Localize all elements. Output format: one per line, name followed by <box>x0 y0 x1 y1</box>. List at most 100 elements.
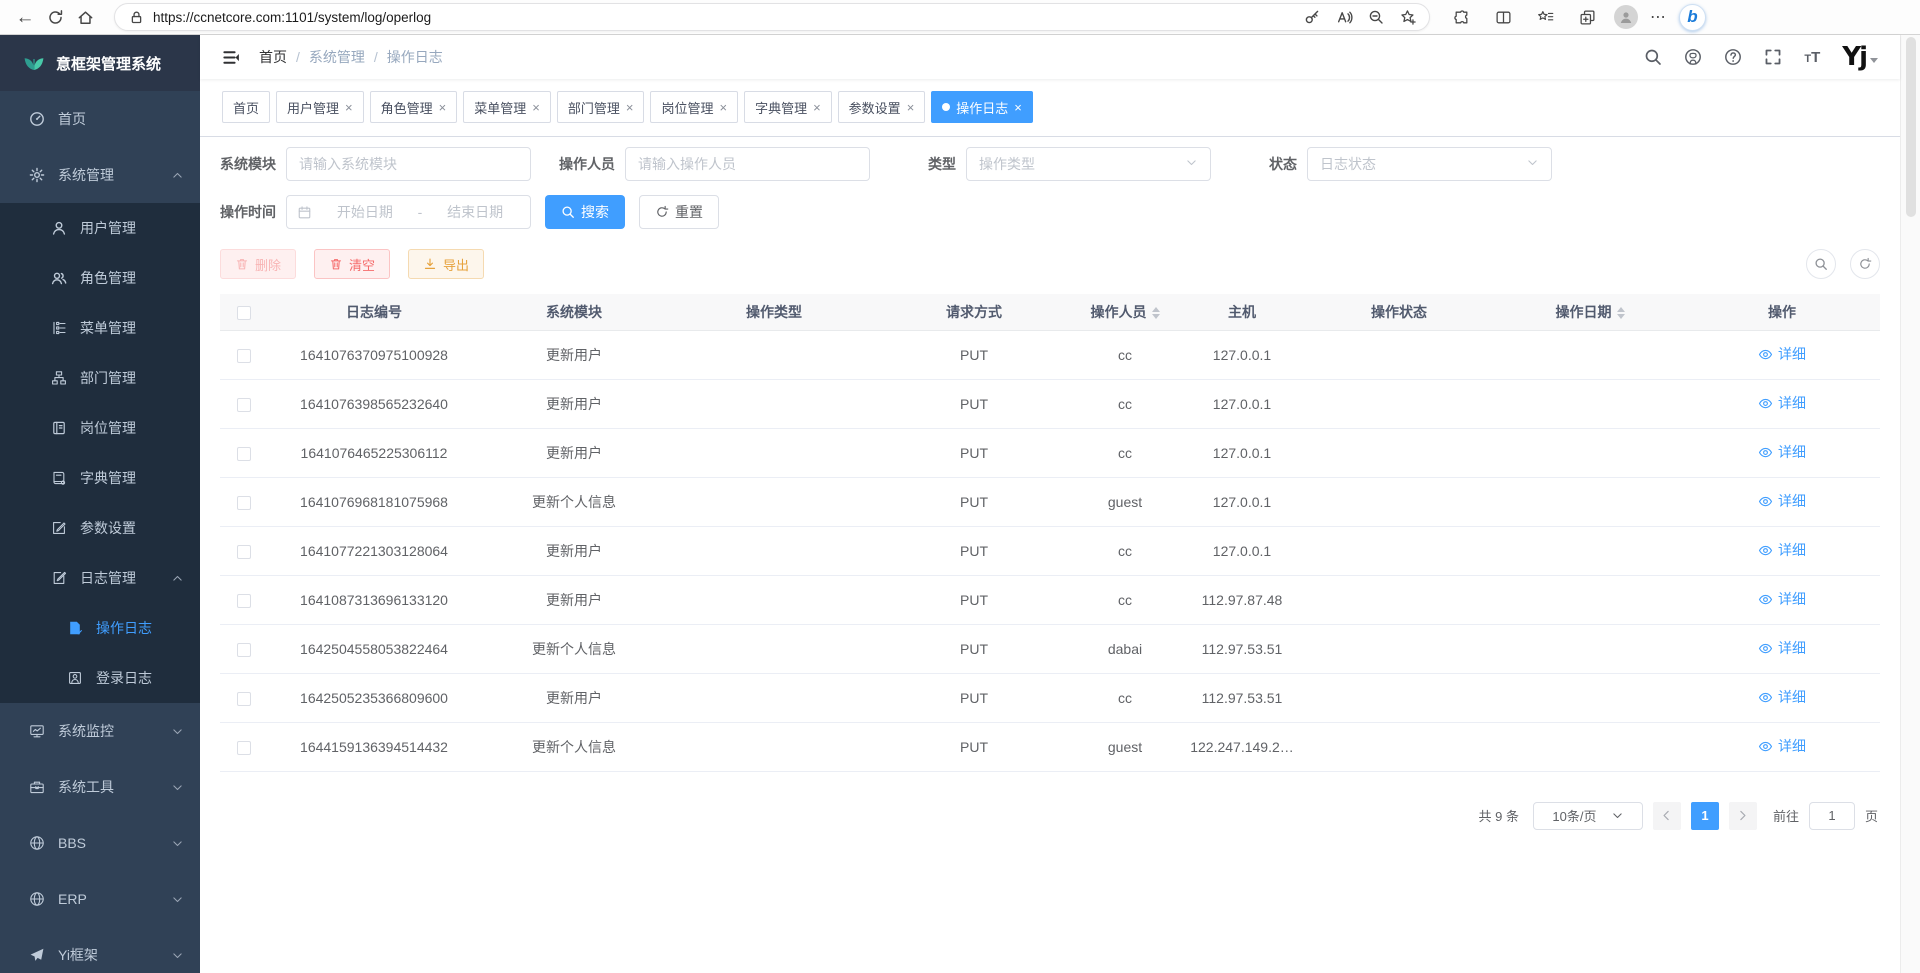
module-input[interactable] <box>286 147 531 181</box>
scrollbar-thumb[interactable] <box>1906 37 1916 217</box>
user-menu-caret-icon[interactable] <box>1870 58 1878 63</box>
tab-岗位管理[interactable]: 岗位管理× <box>650 91 738 123</box>
row-checkbox[interactable] <box>237 349 251 363</box>
row-checkbox[interactable] <box>237 643 251 657</box>
detail-link[interactable]: 详细 <box>1758 540 1806 560</box>
export-button[interactable]: 导出 <box>408 249 484 279</box>
search-button[interactable]: 搜索 <box>545 195 625 229</box>
sidebar-item-登录日志[interactable]: 登录日志 <box>0 653 200 703</box>
show-search-toggle-button[interactable] <box>1806 249 1836 279</box>
clear-button[interactable]: 清空 <box>314 249 390 279</box>
sidebar-item-系统监控[interactable]: 系统监控 <box>0 703 200 759</box>
detail-link[interactable]: 详细 <box>1758 638 1806 658</box>
delete-button[interactable]: 删除 <box>220 249 296 279</box>
detail-link[interactable]: 详细 <box>1758 687 1806 707</box>
extensions-icon[interactable] <box>1446 2 1476 32</box>
detail-link[interactable]: 详细 <box>1758 736 1806 756</box>
browser-menu-icon[interactable]: ⋯ <box>1650 7 1667 27</box>
next-page-button[interactable] <box>1729 802 1757 830</box>
sidebar-item-岗位管理[interactable]: 岗位管理 <box>0 403 200 453</box>
row-checkbox[interactable] <box>237 594 251 608</box>
reset-button[interactable]: 重置 <box>639 195 719 229</box>
split-screen-icon[interactable] <box>1488 2 1518 32</box>
tab-参数设置[interactable]: 参数设置× <box>838 91 926 123</box>
sort-carets-icon[interactable] <box>1617 307 1625 319</box>
sidebar-item-字典管理[interactable]: 字典管理 <box>0 453 200 503</box>
type-select[interactable]: 操作类型 <box>966 147 1211 181</box>
sidebar-item-系统管理[interactable]: 系统管理 <box>0 147 200 203</box>
github-icon[interactable] <box>1684 48 1702 66</box>
tab-close-icon[interactable]: × <box>345 100 353 115</box>
read-aloud-icon[interactable] <box>1333 2 1355 32</box>
page-scrollbar[interactable] <box>1900 35 1920 973</box>
column-header-操作人员[interactable]: 操作人员 <box>1068 294 1182 330</box>
end-date-placeholder[interactable]: 结束日期 <box>430 202 520 222</box>
breadcrumb-item-首页[interactable]: 首页 <box>259 47 287 67</box>
bing-chat-icon[interactable]: b <box>1679 4 1706 31</box>
sort-carets-icon[interactable] <box>1152 307 1160 319</box>
browser-home-icon[interactable] <box>70 2 100 32</box>
tab-close-icon[interactable]: × <box>626 100 634 115</box>
sidebar-item-部门管理[interactable]: 部门管理 <box>0 353 200 403</box>
tab-菜单管理[interactable]: 菜单管理× <box>463 91 551 123</box>
sidebar-item-操作日志[interactable]: 操作日志 <box>0 603 200 653</box>
prev-page-button[interactable] <box>1653 802 1681 830</box>
sidebar-item-首页[interactable]: 首页 <box>0 91 200 147</box>
current-page-button[interactable]: 1 <box>1691 802 1719 830</box>
row-checkbox[interactable] <box>237 741 251 755</box>
detail-link[interactable]: 详细 <box>1758 491 1806 511</box>
favorites-bar-icon[interactable] <box>1530 2 1560 32</box>
select-all-checkbox[interactable] <box>237 306 251 320</box>
sidebar-item-BBS[interactable]: BBS <box>0 815 200 871</box>
zoom-out-icon[interactable] <box>1365 2 1387 32</box>
help-icon[interactable] <box>1724 48 1742 66</box>
operator-input[interactable] <box>625 147 870 181</box>
row-checkbox[interactable] <box>237 398 251 412</box>
start-date-placeholder[interactable]: 开始日期 <box>320 202 410 222</box>
tab-部门管理[interactable]: 部门管理× <box>557 91 645 123</box>
sidebar-item-角色管理[interactable]: 角色管理 <box>0 253 200 303</box>
sidebar-item-ERP[interactable]: ERP <box>0 871 200 927</box>
detail-link[interactable]: 详细 <box>1758 442 1806 462</box>
status-select[interactable]: 日志状态 <box>1307 147 1552 181</box>
column-header-操作日期[interactable]: 操作日期 <box>1496 294 1684 330</box>
tab-字典管理[interactable]: 字典管理× <box>744 91 832 123</box>
goto-page-input[interactable] <box>1809 802 1855 830</box>
tab-close-icon[interactable]: × <box>532 100 540 115</box>
url-text[interactable]: https://ccnetcore.com:1101/system/log/op… <box>153 10 1301 25</box>
sidebar-item-Yi框架[interactable]: Yi框架 <box>0 927 200 973</box>
app-logo[interactable]: 意框架管理系统 <box>0 35 200 91</box>
row-checkbox[interactable] <box>237 496 251 510</box>
fullscreen-icon[interactable] <box>1764 48 1782 66</box>
sidebar-item-参数设置[interactable]: 参数设置 <box>0 503 200 553</box>
tab-close-icon[interactable]: × <box>813 100 821 115</box>
sidebar-item-用户管理[interactable]: 用户管理 <box>0 203 200 253</box>
row-checkbox[interactable] <box>237 545 251 559</box>
sidebar-item-日志管理[interactable]: 日志管理 <box>0 553 200 603</box>
row-checkbox[interactable] <box>237 447 251 461</box>
row-checkbox[interactable] <box>237 692 251 706</box>
tab-close-icon[interactable]: × <box>907 100 915 115</box>
tab-角色管理[interactable]: 角色管理× <box>370 91 458 123</box>
operator-input-field[interactable] <box>638 156 857 172</box>
detail-link[interactable]: 详细 <box>1758 589 1806 609</box>
tab-close-icon[interactable]: × <box>439 100 447 115</box>
browser-refresh-icon[interactable] <box>40 2 70 32</box>
refresh-table-button[interactable] <box>1850 249 1880 279</box>
sidebar-collapse-icon[interactable] <box>222 48 241 67</box>
search-icon[interactable] <box>1644 48 1662 66</box>
browser-back-icon[interactable]: ← <box>10 2 40 32</box>
tab-用户管理[interactable]: 用户管理× <box>276 91 364 123</box>
tab-close-icon[interactable]: × <box>719 100 727 115</box>
date-range-picker[interactable]: 开始日期 - 结束日期 <box>286 195 531 229</box>
module-input-field[interactable] <box>299 156 518 172</box>
favorite-star-icon[interactable] <box>1397 2 1419 32</box>
profile-avatar[interactable] <box>1614 5 1638 29</box>
tab-操作日志[interactable]: 操作日志× <box>931 91 1033 123</box>
detail-link[interactable]: 详细 <box>1758 393 1806 413</box>
sidebar-item-系统工具[interactable]: 系统工具 <box>0 759 200 815</box>
text-size-icon[interactable]: TT <box>1804 49 1820 66</box>
password-key-icon[interactable] <box>1301 2 1323 32</box>
page-size-select[interactable]: 10条/页 <box>1533 802 1643 830</box>
lock-icon[interactable] <box>127 8 145 26</box>
